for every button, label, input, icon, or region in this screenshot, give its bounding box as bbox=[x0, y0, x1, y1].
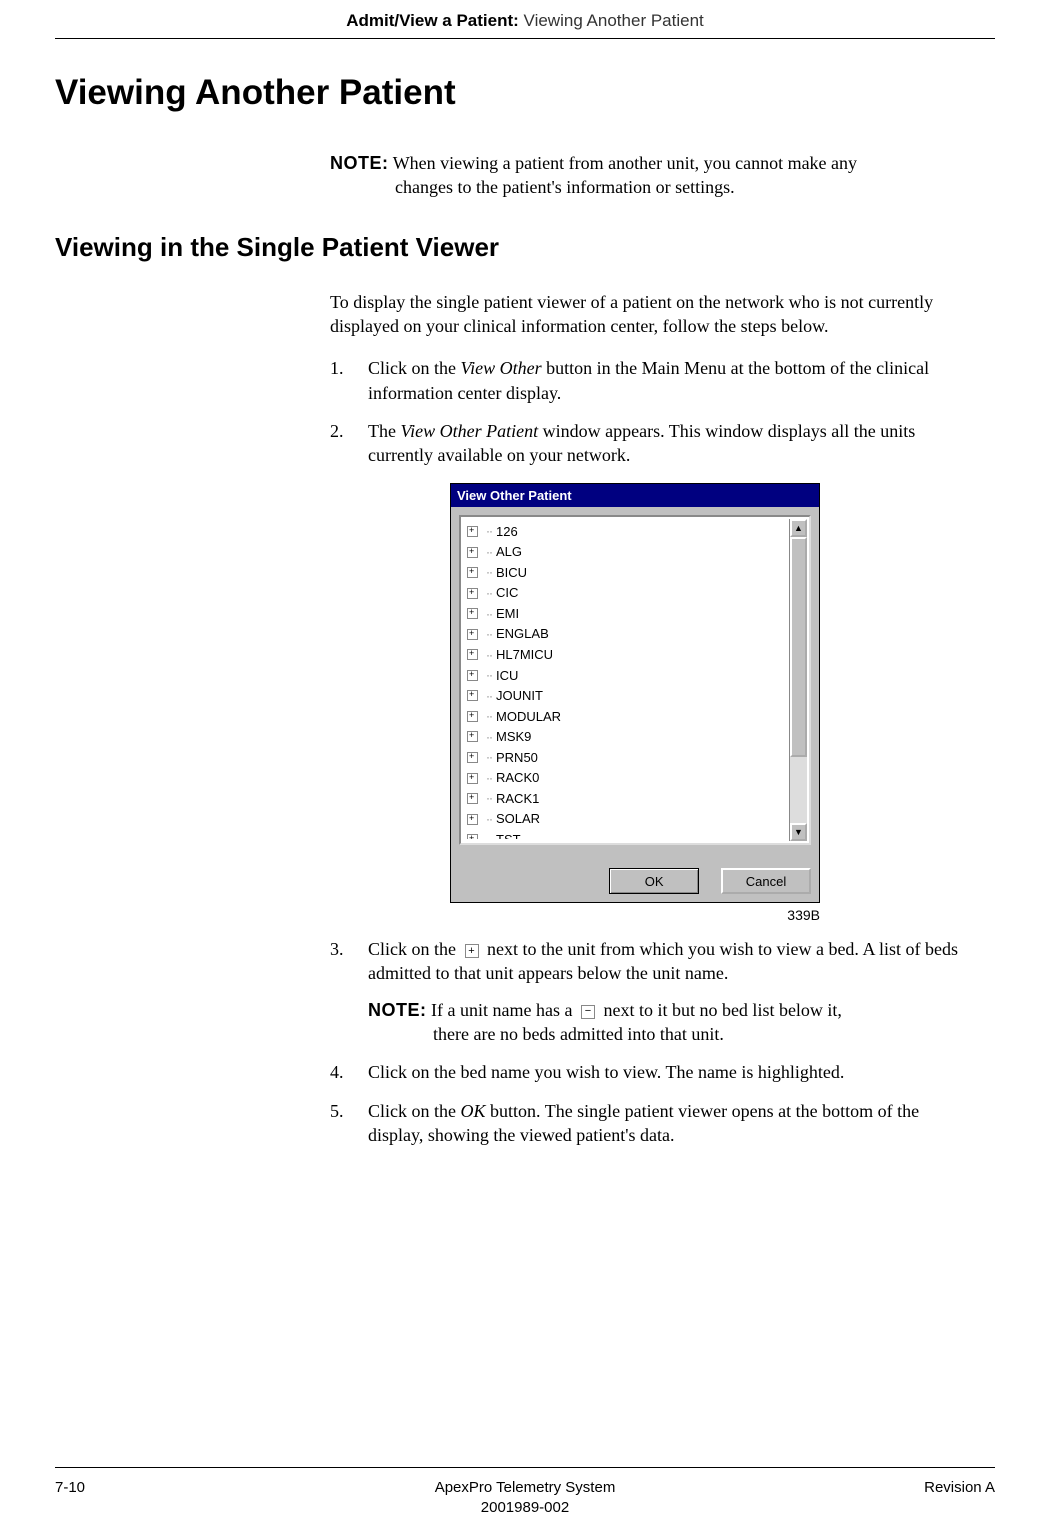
note-text: If a unit name has a bbox=[431, 1000, 577, 1020]
expand-icon[interactable] bbox=[467, 547, 478, 558]
unit-label: PRN50 bbox=[496, 749, 538, 767]
header-subsection: Viewing Another Patient bbox=[524, 11, 704, 30]
step-number: 3. bbox=[330, 937, 344, 961]
tree-item[interactable]: ··HL7MICU bbox=[465, 644, 805, 665]
page-number: 7-10 bbox=[55, 1478, 175, 1498]
expand-icon[interactable] bbox=[467, 752, 478, 763]
note-text: next to it but no bed list below it, bbox=[599, 1000, 842, 1020]
step-text: Click on the bbox=[368, 1101, 461, 1121]
expand-icon[interactable] bbox=[467, 670, 478, 681]
plus-expand-icon: + bbox=[465, 944, 479, 958]
unit-label: JOUNIT bbox=[496, 687, 543, 705]
step-text: Click on the bed name you wish to view. … bbox=[368, 1062, 844, 1082]
step-text: The bbox=[368, 421, 400, 441]
tree-item[interactable]: ··126 bbox=[465, 521, 805, 542]
unit-label: ALG bbox=[496, 543, 522, 561]
note-text-line1: When viewing a patient from another unit… bbox=[393, 153, 857, 173]
intro-paragraph: To display the single patient viewer of … bbox=[330, 290, 975, 339]
note-label: NOTE: bbox=[330, 153, 389, 173]
dialog-titlebar: View Other Patient bbox=[451, 484, 819, 508]
expand-icon[interactable] bbox=[467, 567, 478, 578]
expand-icon[interactable] bbox=[467, 731, 478, 742]
note-text-line2: changes to the patient's information or … bbox=[395, 175, 975, 199]
scroll-down-button[interactable]: ▼ bbox=[790, 823, 807, 841]
dialog-screenshot: View Other Patient ··126··ALG··BICU··CIC… bbox=[450, 483, 975, 925]
tree-item[interactable]: ··BICU bbox=[465, 562, 805, 583]
step-number: 5. bbox=[330, 1099, 344, 1123]
unit-label: MODULAR bbox=[496, 708, 561, 726]
unit-label: 126 bbox=[496, 523, 518, 541]
scroll-thumb[interactable] bbox=[790, 537, 807, 757]
expand-icon[interactable] bbox=[467, 814, 478, 825]
revision: Revision A bbox=[875, 1478, 995, 1498]
inner-note: NOTE: If a unit name has a − next to it … bbox=[368, 998, 975, 1047]
unit-label: RACK1 bbox=[496, 790, 539, 808]
page-footer: 7-10 ApexPro Telemetry System 2001989-00… bbox=[55, 1467, 995, 1519]
step-text: Click on the bbox=[368, 939, 461, 959]
step-text: Click on the bbox=[368, 358, 461, 378]
tree-item[interactable]: ··JOUNIT bbox=[465, 686, 805, 707]
tree-item[interactable]: ··ENGLAB bbox=[465, 624, 805, 645]
tree-item[interactable]: ··CIC bbox=[465, 583, 805, 604]
page-title: Viewing Another Patient bbox=[55, 69, 995, 116]
tree-item[interactable]: ··ICU bbox=[465, 665, 805, 686]
list-item: 3. Click on the + next to the unit from … bbox=[330, 937, 975, 1046]
scroll-up-button[interactable]: ▲ bbox=[790, 519, 807, 537]
tree-item[interactable]: ··ALG bbox=[465, 542, 805, 563]
expand-icon[interactable] bbox=[467, 608, 478, 619]
unit-label: SOLAR bbox=[496, 810, 540, 828]
note-block: NOTE: When viewing a patient from anothe… bbox=[330, 151, 975, 200]
unit-label: BICU bbox=[496, 564, 527, 582]
cancel-button[interactable]: Cancel bbox=[721, 868, 811, 894]
document-number: 2001989-002 bbox=[175, 1498, 875, 1518]
scrollbar[interactable]: ▲ ▼ bbox=[789, 519, 807, 841]
tree-item[interactable]: ··MODULAR bbox=[465, 706, 805, 727]
unit-label: CIC bbox=[496, 584, 518, 602]
tree-item[interactable]: ··PRN50 bbox=[465, 747, 805, 768]
list-item: 4. Click on the bed name you wish to vie… bbox=[330, 1060, 975, 1084]
expand-icon[interactable] bbox=[467, 526, 478, 537]
expand-icon[interactable] bbox=[467, 834, 478, 839]
expand-icon[interactable] bbox=[467, 629, 478, 640]
expand-icon[interactable] bbox=[467, 773, 478, 784]
list-item: 1. Click on the View Other button in the… bbox=[330, 356, 975, 405]
view-other-patient-dialog: View Other Patient ··126··ALG··BICU··CIC… bbox=[450, 483, 820, 904]
expand-icon[interactable] bbox=[467, 793, 478, 804]
tree-item[interactable]: ··EMI bbox=[465, 603, 805, 624]
minus-collapse-icon: − bbox=[581, 1005, 595, 1019]
ui-term: View Other Patient bbox=[400, 421, 538, 441]
figure-label: 339B bbox=[450, 906, 820, 925]
list-item: 5. Click on the OK button. The single pa… bbox=[330, 1099, 975, 1148]
list-item: 2. The View Other Patient window appears… bbox=[330, 419, 975, 468]
product-name: ApexPro Telemetry System bbox=[175, 1478, 875, 1498]
tree-item[interactable]: ··SOLAR bbox=[465, 809, 805, 830]
note-label: NOTE: bbox=[368, 1000, 427, 1020]
ok-button[interactable]: OK bbox=[609, 868, 699, 894]
expand-icon[interactable] bbox=[467, 649, 478, 660]
ui-term: OK bbox=[461, 1101, 486, 1121]
unit-listbox[interactable]: ··126··ALG··BICU··CIC··EMI··ENGLAB··HL7M… bbox=[459, 515, 811, 845]
expand-icon[interactable] bbox=[467, 588, 478, 599]
unit-label: TST bbox=[496, 831, 521, 839]
tree-item[interactable]: ··MSK9 bbox=[465, 727, 805, 748]
tree-item[interactable]: ··RACK0 bbox=[465, 768, 805, 789]
step-number: 2. bbox=[330, 419, 344, 443]
tree-item[interactable]: ··RACK1 bbox=[465, 788, 805, 809]
step-number: 4. bbox=[330, 1060, 344, 1084]
header-section: Admit/View a Patient: bbox=[346, 11, 519, 30]
unit-label: RACK0 bbox=[496, 769, 539, 787]
unit-label: ICU bbox=[496, 667, 518, 685]
note-text: there are no beds admitted into that uni… bbox=[433, 1022, 975, 1046]
step-number: 1. bbox=[330, 356, 344, 380]
expand-icon[interactable] bbox=[467, 711, 478, 722]
page-header: Admit/View a Patient: Viewing Another Pa… bbox=[55, 0, 995, 39]
expand-icon[interactable] bbox=[467, 690, 478, 701]
tree-item[interactable]: ··TST bbox=[465, 829, 805, 839]
section-heading: Viewing in the Single Patient Viewer bbox=[55, 230, 995, 265]
unit-label: EMI bbox=[496, 605, 519, 623]
unit-label: HL7MICU bbox=[496, 646, 553, 664]
unit-label: MSK9 bbox=[496, 728, 531, 746]
unit-label: ENGLAB bbox=[496, 625, 549, 643]
ui-term: View Other bbox=[461, 358, 542, 378]
